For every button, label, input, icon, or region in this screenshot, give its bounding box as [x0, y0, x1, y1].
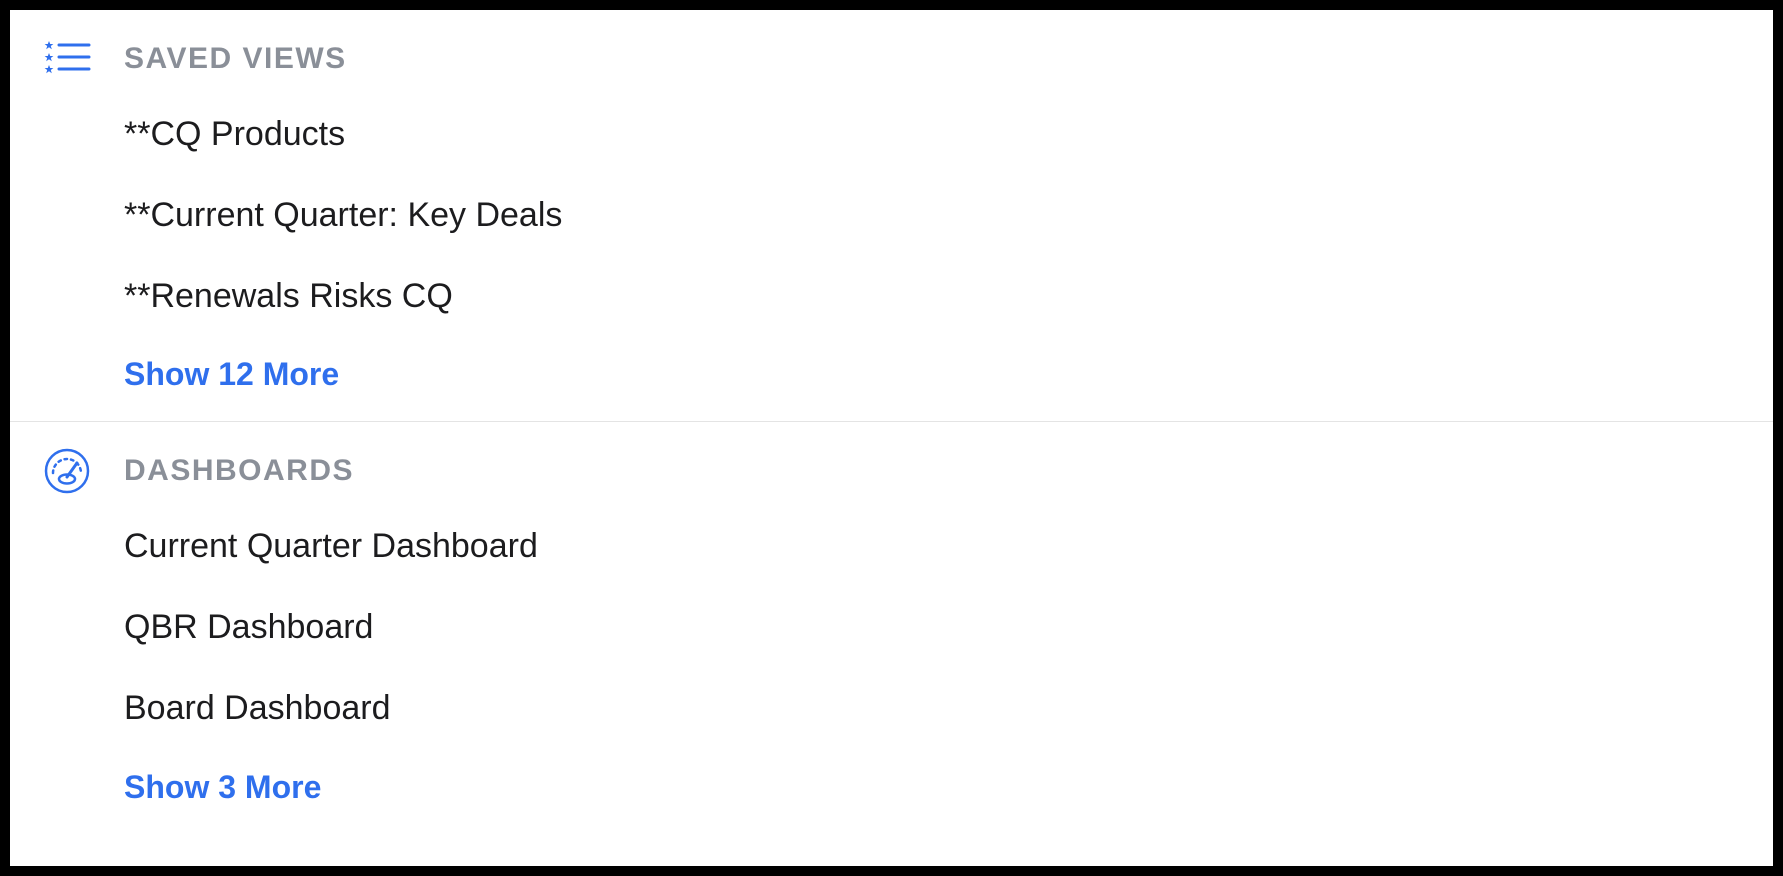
list-item[interactable]: QBR Dashboard	[124, 607, 1773, 648]
panel: SAVED VIEWS **CQ Products **Current Quar…	[0, 0, 1783, 876]
dashboards-title: DASHBOARDS	[124, 454, 354, 488]
list-item[interactable]: **Current Quarter: Key Deals	[124, 195, 1773, 236]
saved-views-show-more-link[interactable]: Show 12 More	[10, 356, 1773, 393]
saved-views-title: SAVED VIEWS	[124, 42, 347, 76]
saved-views-list: **CQ Products **Current Quarter: Key Dea…	[10, 114, 1773, 316]
saved-views-section: SAVED VIEWS **CQ Products **Current Quar…	[10, 10, 1773, 421]
list-item[interactable]: **Renewals Risks CQ	[124, 276, 1773, 317]
gauge-icon	[40, 444, 94, 498]
dashboards-header: DASHBOARDS	[10, 444, 1773, 498]
list-item[interactable]: Board Dashboard	[124, 688, 1773, 729]
dashboards-list: Current Quarter Dashboard QBR Dashboard …	[10, 526, 1773, 728]
list-item[interactable]: **CQ Products	[124, 114, 1773, 155]
starred-list-icon	[40, 32, 94, 86]
dashboards-section: DASHBOARDS Current Quarter Dashboard QBR…	[10, 421, 1773, 833]
saved-views-header: SAVED VIEWS	[10, 32, 1773, 86]
list-item[interactable]: Current Quarter Dashboard	[124, 526, 1773, 567]
dashboards-show-more-link[interactable]: Show 3 More	[10, 769, 1773, 806]
